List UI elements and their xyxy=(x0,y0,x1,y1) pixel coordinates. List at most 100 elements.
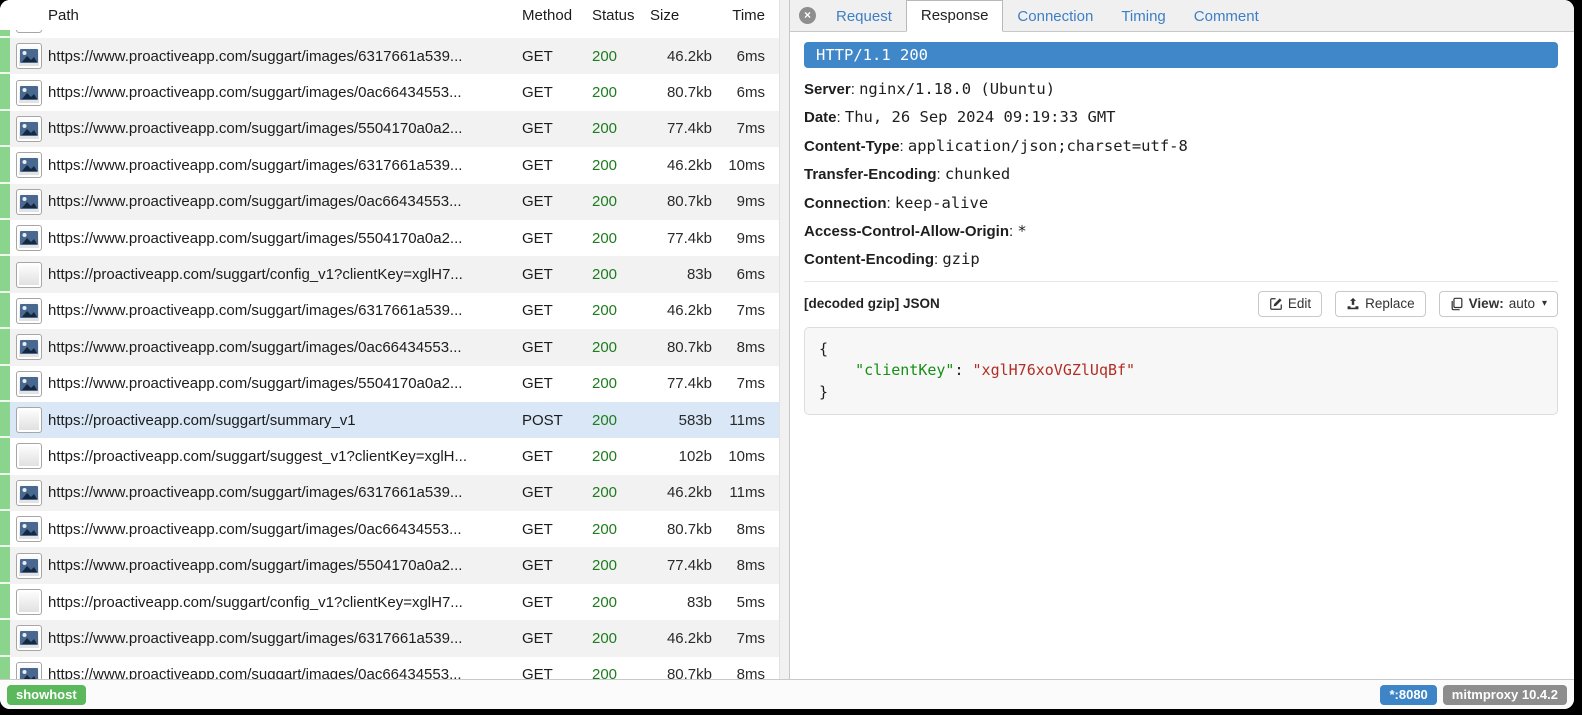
flow-path: https://www.proactiveapp.com/suggart/ima… xyxy=(48,484,522,501)
flow-row[interactable]: https://proactiveapp.com/suggart/suggest… xyxy=(0,438,779,474)
edit-button[interactable]: Edit xyxy=(1258,291,1322,317)
column-header-time[interactable]: Time xyxy=(712,7,765,24)
column-header-size[interactable]: Size xyxy=(648,7,712,24)
flow-path: https://www.proactiveapp.com/suggart/ima… xyxy=(48,230,522,247)
flow-time: 10ms xyxy=(712,448,765,465)
response-header-line[interactable]: Access-Control-Allow-Origin: * xyxy=(804,217,1558,245)
flow-icon-cell xyxy=(10,189,48,215)
header-name: Server xyxy=(804,81,851,98)
flow-time: 6ms xyxy=(712,48,765,65)
flow-row[interactable]: https://www.proactiveapp.com/suggart/ima… xyxy=(0,547,779,583)
flow-row[interactable]: https://www.proactiveapp.com/suggart/ima… xyxy=(0,475,779,511)
column-header-status[interactable]: Status xyxy=(592,7,648,24)
flow-method: GET xyxy=(522,448,592,465)
flow-row[interactable]: https://www.proactiveapp.com/suggart/ima… xyxy=(0,147,779,183)
showhost-mode-badge[interactable]: showhost xyxy=(7,685,86,705)
flow-row[interactable]: https://www.proactiveapp.com/suggart/ima… xyxy=(0,184,779,220)
flow-row[interactable]: https://www.proactiveapp.com/suggart/ima… xyxy=(0,620,779,656)
flow-marker-edge xyxy=(0,38,10,74)
image-thumbnail-icon xyxy=(16,152,42,178)
flow-time: 7ms xyxy=(712,302,765,319)
flow-method: GET xyxy=(522,302,592,319)
listen-address-badge[interactable]: *:8080 xyxy=(1380,685,1436,705)
response-headers: Server: nginx/1.18.0 (Ubuntu)Date: Thu, … xyxy=(804,75,1558,274)
copy-pages-icon xyxy=(1450,297,1464,311)
flow-row[interactable]: https://proactiveapp.com/suggart/config_… xyxy=(0,584,779,620)
header-value: gzip xyxy=(942,250,979,268)
flow-size: 83b xyxy=(648,266,712,283)
document-icon xyxy=(16,262,42,288)
flow-icon-cell xyxy=(10,225,48,251)
tab-response[interactable]: Response xyxy=(906,0,1004,32)
flow-method: GET xyxy=(522,666,592,679)
flow-row[interactable]: https://www.proactiveapp.com/suggart/ima… xyxy=(0,657,779,679)
flow-row[interactable]: https://www.proactiveapp.com/suggart/ima… xyxy=(0,329,779,365)
flow-size: 80.7kb xyxy=(648,84,712,101)
response-tab-content: HTTP/1.1 200 Server: nginx/1.18.0 (Ubunt… xyxy=(790,32,1574,679)
flow-time: 7ms xyxy=(712,375,765,392)
json-body-viewer[interactable]: { "clientKey": "xglH76xoVGZlUqBf" } xyxy=(804,327,1558,416)
json-close-brace: } xyxy=(819,383,828,401)
image-thumbnail-icon xyxy=(16,662,42,679)
flow-row[interactable]: https://www.proactiveapp.com/suggart/ima… xyxy=(0,293,779,329)
partially-scrolled-row[interactable] xyxy=(0,30,779,38)
flow-size: 80.7kb xyxy=(648,521,712,538)
tab-comment[interactable]: Comment xyxy=(1180,2,1273,32)
flow-row[interactable]: https://proactiveapp.com/suggart/config_… xyxy=(0,256,779,292)
flow-time: 10ms xyxy=(712,157,765,174)
json-key: "clientKey" xyxy=(855,361,954,379)
flow-size: 102b xyxy=(648,448,712,465)
flow-row[interactable]: https://www.proactiveapp.com/suggart/ima… xyxy=(0,366,779,402)
flow-time: 7ms xyxy=(712,630,765,647)
flow-row[interactable] xyxy=(0,30,779,38)
http-status-line[interactable]: HTTP/1.1 200 xyxy=(804,42,1558,68)
tab-connection[interactable]: Connection xyxy=(1003,2,1107,32)
header-value: application/json;charset=utf-8 xyxy=(908,137,1188,155)
flow-row[interactable]: https://www.proactiveapp.com/suggart/ima… xyxy=(0,220,779,256)
response-header-line[interactable]: Transfer-Encoding: chunked xyxy=(804,160,1558,188)
flow-status-code: 200 xyxy=(592,448,648,465)
flow-method: GET xyxy=(522,230,592,247)
content-encoding-label: [decoded gzip] JSON xyxy=(804,296,940,311)
flow-icon-cell xyxy=(10,43,48,69)
json-open-brace: { xyxy=(819,340,828,358)
image-thumbnail-icon xyxy=(16,80,42,106)
upload-icon xyxy=(1346,297,1360,311)
tab-request[interactable]: Request xyxy=(822,2,906,32)
flow-method: GET xyxy=(522,339,592,356)
response-header-line[interactable]: Content-Type: application/json;charset=u… xyxy=(804,132,1558,160)
flow-row[interactable]: https://www.proactiveapp.com/suggart/ima… xyxy=(0,74,779,110)
flow-time: 5ms xyxy=(712,594,765,611)
flow-marker-edge xyxy=(0,475,10,511)
flow-method: GET xyxy=(522,375,592,392)
flow-row[interactable]: https://www.proactiveapp.com/suggart/ima… xyxy=(0,111,779,147)
flow-icon-cell xyxy=(10,516,48,542)
flow-row-selected[interactable]: https://proactiveapp.com/suggart/summary… xyxy=(0,402,779,438)
close-icon[interactable]: × xyxy=(799,7,816,24)
header-value: * xyxy=(1017,222,1026,240)
version-badge[interactable]: mitmproxy 10.4.2 xyxy=(1443,685,1567,705)
flow-marker-edge xyxy=(0,366,10,402)
response-header-line[interactable]: Connection: keep-alive xyxy=(804,189,1558,217)
flow-marker-edge xyxy=(0,184,10,220)
flow-list-scrollbar[interactable] xyxy=(779,0,790,679)
response-header-line[interactable]: Server: nginx/1.18.0 (Ubuntu) xyxy=(804,75,1558,103)
flow-icon-cell xyxy=(10,443,48,469)
flow-row[interactable]: https://www.proactiveapp.com/suggart/ima… xyxy=(0,511,779,547)
flow-icon-cell xyxy=(10,80,48,106)
mitmproxy-window: Path Method Status Size Time https://www… xyxy=(0,0,1574,709)
header-name: Access-Control-Allow-Origin xyxy=(804,223,1009,240)
header-name: Content-Type xyxy=(804,138,900,155)
view-mode-button[interactable]: View: auto ▾ xyxy=(1439,291,1558,317)
column-header-path[interactable]: Path xyxy=(48,7,522,24)
flow-time: 8ms xyxy=(712,339,765,356)
flow-time: 7ms xyxy=(712,120,765,137)
column-header-method[interactable]: Method xyxy=(522,7,592,24)
response-header-line[interactable]: Date: Thu, 26 Sep 2024 09:19:33 GMT xyxy=(804,103,1558,131)
flow-marker-edge xyxy=(0,402,10,438)
header-value: Thu, 26 Sep 2024 09:19:33 GMT xyxy=(845,108,1116,126)
response-header-line[interactable]: Content-Encoding: gzip xyxy=(804,245,1558,273)
replace-button[interactable]: Replace xyxy=(1335,291,1426,317)
tab-timing[interactable]: Timing xyxy=(1107,2,1179,32)
flow-row[interactable]: https://www.proactiveapp.com/suggart/ima… xyxy=(0,38,779,74)
